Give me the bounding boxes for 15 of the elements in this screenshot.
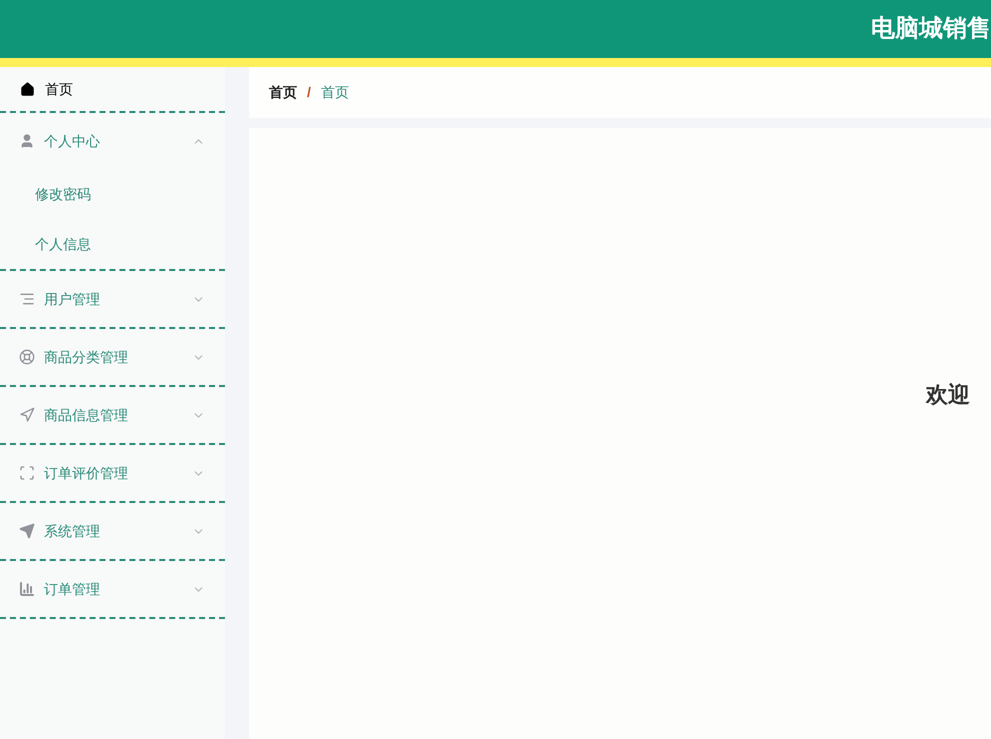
sidebar-menu-group[interactable]: 订单管理 [0, 561, 225, 617]
sidebar-menu-group[interactable]: 订单评价管理 [0, 445, 225, 501]
app-title: 电脑城销售 [871, 14, 991, 44]
sidebar-menu-group[interactable]: 个人中心 [0, 113, 225, 169]
submenu-item[interactable]: 修改密码 [0, 169, 225, 219]
sidebar-menu-group[interactable]: 商品信息管理 [0, 387, 225, 443]
sidebar-menu-group[interactable]: 用户管理 [0, 271, 225, 327]
breadcrumb-item[interactable]: 首页 [269, 82, 297, 103]
submenu-item[interactable]: 个人信息 [0, 219, 225, 269]
sidebar-menu-group[interactable]: 商品分类管理 [0, 329, 225, 385]
breadcrumb-item: 首页 [320, 83, 349, 102]
welcome-heading: 欢迎 [926, 382, 970, 407]
sidebar-menu-group[interactable]: 系统管理 [0, 503, 225, 559]
sidebar-item[interactable]: 首页 [0, 67, 225, 111]
breadcrumb-separator: / [307, 83, 311, 102]
